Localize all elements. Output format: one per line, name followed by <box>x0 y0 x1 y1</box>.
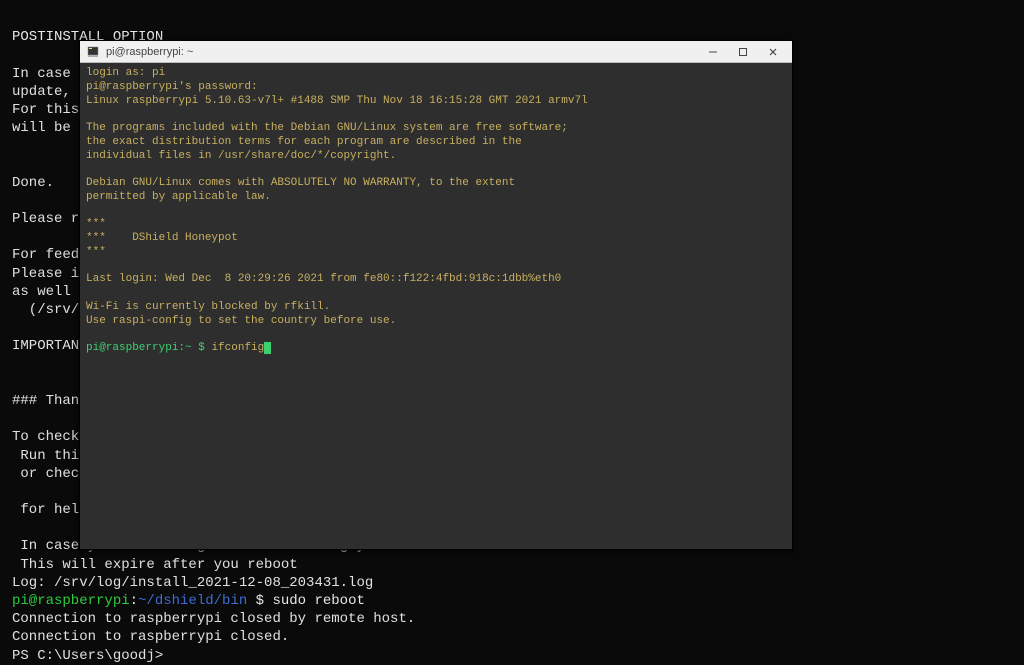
prompt-command[interactable]: ifconfig <box>211 342 264 354</box>
motd-line: Debian GNU/Linux comes with ABSOLUTELY N… <box>86 177 515 189</box>
minimize-button[interactable] <box>698 42 728 62</box>
wifi-line: Wi-Fi is currently blocked by rfkill. <box>86 301 330 313</box>
prompt-user: pi@raspberrypi <box>12 593 130 609</box>
titlebar[interactable]: pi@raspberrypi: ~ <box>80 41 792 63</box>
prompt-command: sudo reboot <box>272 593 364 609</box>
terminal-line: Connection to raspberrypi closed. <box>12 629 289 645</box>
terminal-line: Connection to raspberrypi closed by remo… <box>12 611 415 627</box>
prompt-dollar: $ <box>192 342 212 354</box>
motd-line: individual files in /usr/share/doc/*/cop… <box>86 150 396 162</box>
terminal-line: This will expire after you reboot <box>12 557 298 573</box>
password-prompt: pi@raspberrypi's password: <box>86 81 258 93</box>
putty-icon <box>86 45 100 59</box>
linux-version: Linux raspberrypi 5.10.63-v7l+ #1488 SMP… <box>86 95 588 107</box>
putty-terminal-body[interactable]: login as: pi pi@raspberrypi's password: … <box>80 63 792 549</box>
terminal-line: Done. <box>12 175 54 191</box>
prompt-tilde: :~ <box>178 342 191 354</box>
cursor <box>264 342 271 354</box>
motd-line: *** <box>86 218 106 230</box>
putty-window[interactable]: pi@raspberrypi: ~ login as: pi pi@raspbe… <box>79 40 793 550</box>
window-controls <box>698 42 788 62</box>
prompt-user: pi@raspberrypi <box>86 342 178 354</box>
motd-line: the exact distribution terms for each pr… <box>86 136 522 148</box>
motd-line: *** <box>86 246 106 258</box>
window-title: pi@raspberrypi: ~ <box>106 46 698 58</box>
prompt-path: ~/dshield/bin <box>138 593 247 609</box>
close-button[interactable] <box>758 42 788 62</box>
motd-line: permitted by applicable law. <box>86 191 271 203</box>
minimize-icon <box>708 47 718 57</box>
motd-line: *** DShield Honeypot <box>86 232 238 244</box>
wifi-line: Use raspi-config to set the country befo… <box>86 315 396 327</box>
last-login: Last login: Wed Dec 8 20:29:26 2021 from… <box>86 273 561 285</box>
motd-line: The programs included with the Debian GN… <box>86 122 568 134</box>
login-as: login as: pi <box>86 67 165 79</box>
maximize-button[interactable] <box>728 42 758 62</box>
log-line: Log: /srv/log/install_2021-12-08_203431.… <box>12 575 373 591</box>
close-icon <box>768 47 778 57</box>
powershell-prompt[interactable]: PS C:\Users\goodj> <box>12 648 163 664</box>
prompt-dollar: $ <box>247 593 272 609</box>
maximize-icon <box>738 47 748 57</box>
